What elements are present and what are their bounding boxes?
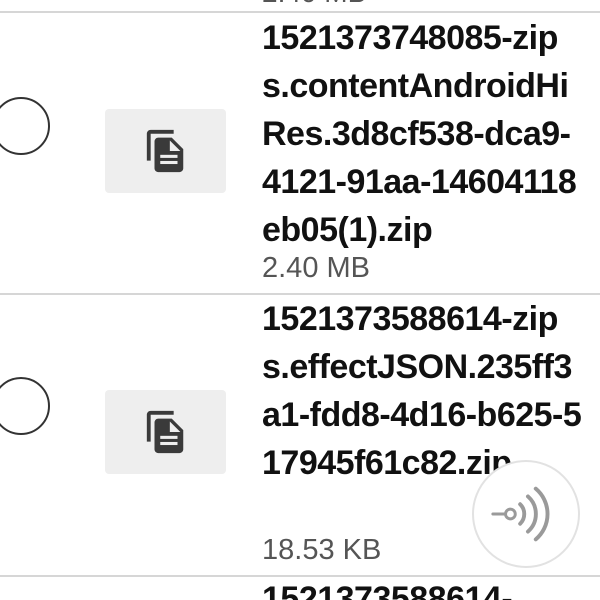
file-thumbnail[interactable]: [105, 109, 226, 193]
previous-file-size: 2.40 MB: [262, 0, 366, 10]
select-radio[interactable]: [0, 97, 50, 155]
file-copy-icon: [146, 410, 183, 454]
file-name: 1521373588614-zips.effectJSON.235ff3a1-f…: [262, 300, 582, 482]
file-thumbnail[interactable]: [105, 390, 226, 474]
select-radio[interactable]: [0, 377, 50, 435]
file-row[interactable]: 1521373748085-zips.contentAndroidHiRes.3…: [0, 12, 600, 294]
file-size: 2.40 MB: [262, 252, 370, 284]
file-copy-icon: [146, 129, 183, 173]
file-name: 1521373588614-: [262, 580, 513, 600]
file-list-viewport: 2.40 MB 1521373748085-zips.contentAndroi…: [0, 0, 600, 600]
file-name: 1521373748085-zips.contentAndroidHiRes.3…: [262, 19, 577, 249]
file-row[interactable]: 1521373588614-: [0, 577, 600, 600]
podcast-antenna-icon: [491, 486, 550, 542]
podcast-button[interactable]: [472, 460, 580, 568]
file-size: 18.53 KB: [262, 534, 382, 566]
